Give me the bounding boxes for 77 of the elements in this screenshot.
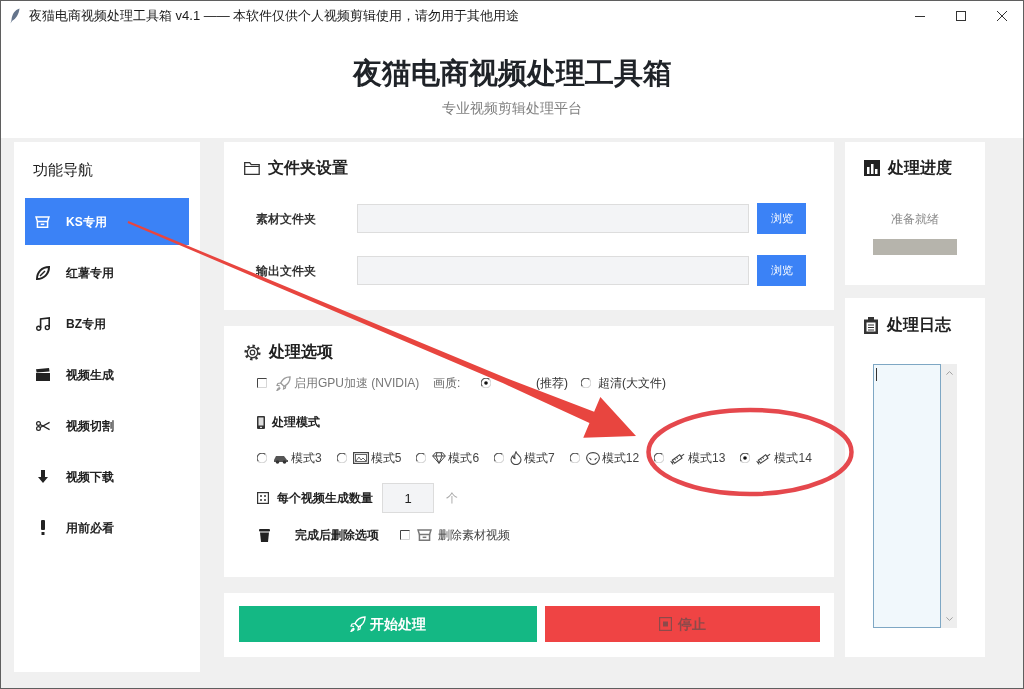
app-subtitle: 专业视频剪辑处理平台 bbox=[442, 100, 582, 118]
radio-button[interactable] bbox=[416, 453, 427, 463]
nav-item[interactable]: KS专用 bbox=[25, 198, 189, 245]
status-text: 准备就绪 bbox=[891, 211, 939, 227]
count-label: 每个视频生成数量 bbox=[277, 490, 373, 506]
radio-button[interactable] bbox=[740, 453, 751, 463]
tray-icon bbox=[35, 215, 50, 228]
clipboard-icon bbox=[864, 316, 878, 334]
mode-label: 模式5 bbox=[370, 450, 402, 466]
radio-button[interactable] bbox=[654, 453, 665, 463]
exclamation-icon bbox=[39, 520, 46, 535]
radio-button[interactable] bbox=[481, 378, 491, 388]
leaf-icon bbox=[35, 265, 50, 280]
radio-button[interactable] bbox=[569, 453, 580, 463]
radio-button[interactable] bbox=[336, 453, 347, 463]
mode-label: 模式7 bbox=[524, 450, 555, 466]
feather-icon bbox=[10, 8, 20, 24]
radio-button[interactable] bbox=[581, 378, 591, 388]
scissors-icon bbox=[35, 420, 50, 431]
alien-icon bbox=[585, 451, 600, 465]
section-title: 处理日志 bbox=[887, 315, 951, 335]
maximize-icon bbox=[955, 11, 966, 21]
mode-label: 模式6 bbox=[448, 450, 480, 466]
section-title: 文件夹设置 bbox=[268, 158, 348, 178]
section-title: 处理选项 bbox=[269, 342, 333, 362]
radio-button[interactable] bbox=[494, 453, 505, 463]
gem-icon bbox=[432, 452, 447, 464]
cleanup-label: 完成后删除选项 bbox=[295, 527, 379, 543]
clapperboard-icon bbox=[35, 368, 50, 381]
picture-icon bbox=[352, 452, 369, 464]
syringe-icon bbox=[670, 451, 687, 465]
mode-label: 模式3 bbox=[291, 450, 322, 466]
count-field[interactable]: 1 bbox=[382, 483, 434, 513]
option-label: 启用GPU加速 (NVIDIA) bbox=[294, 375, 420, 391]
folder-icon bbox=[244, 161, 260, 175]
field-label: 输出文件夹 bbox=[256, 262, 317, 279]
phone-icon bbox=[257, 415, 265, 429]
tray-icon bbox=[417, 529, 432, 541]
sidebar-title: 功能导航 bbox=[33, 160, 93, 180]
browse-button[interactable]: 浏览 bbox=[757, 255, 806, 286]
log-field[interactable] bbox=[873, 364, 941, 628]
close-icon bbox=[997, 11, 1007, 21]
gear-icon bbox=[244, 343, 261, 361]
section-title: 处理进度 bbox=[888, 158, 952, 178]
minimize-icon bbox=[914, 15, 925, 17]
down-arrow-icon bbox=[37, 470, 48, 483]
flame-icon bbox=[510, 451, 523, 465]
chevron-up-icon bbox=[945, 371, 953, 375]
chevron-down-icon bbox=[945, 617, 953, 621]
browse-button[interactable]: 浏览 bbox=[757, 203, 806, 234]
mode-label: 模式12 bbox=[601, 450, 640, 466]
path-field[interactable] bbox=[357, 204, 749, 233]
option-label: 删除素材视频 bbox=[438, 527, 510, 543]
field-label: 素材文件夹 bbox=[256, 210, 317, 227]
unit-label: 个 bbox=[446, 490, 458, 506]
radio-button[interactable] bbox=[257, 453, 267, 463]
path-field[interactable] bbox=[357, 256, 749, 285]
window-title: 夜猫电商视频处理工具箱 v4.1 —— 本软件仅供个人视频剪辑使用，请勿用于其他用途 bbox=[29, 7, 520, 25]
radio-label: 超清(大文件) bbox=[598, 375, 666, 391]
stop-icon bbox=[659, 617, 672, 631]
rocket-icon bbox=[350, 616, 366, 632]
bar-chart-icon bbox=[864, 160, 880, 176]
checkbox[interactable] bbox=[257, 378, 267, 388]
radio-label: (推荐) bbox=[536, 375, 568, 391]
music-note-icon bbox=[35, 316, 50, 331]
text-cursor bbox=[876, 368, 877, 381]
mode-label: 模式14 bbox=[774, 450, 812, 466]
dice-icon bbox=[257, 492, 269, 504]
app-title: 夜猫电商视频处理工具箱 bbox=[352, 56, 672, 91]
checkbox[interactable] bbox=[400, 530, 410, 540]
rocket-icon bbox=[276, 375, 291, 391]
syringe-icon bbox=[756, 451, 773, 465]
scrollbar[interactable] bbox=[941, 364, 957, 628]
quality-label: 画质: bbox=[433, 375, 461, 391]
trash-icon bbox=[259, 528, 270, 542]
mode-title: 处理模式 bbox=[272, 414, 320, 430]
mode-label: 模式13 bbox=[688, 450, 726, 466]
